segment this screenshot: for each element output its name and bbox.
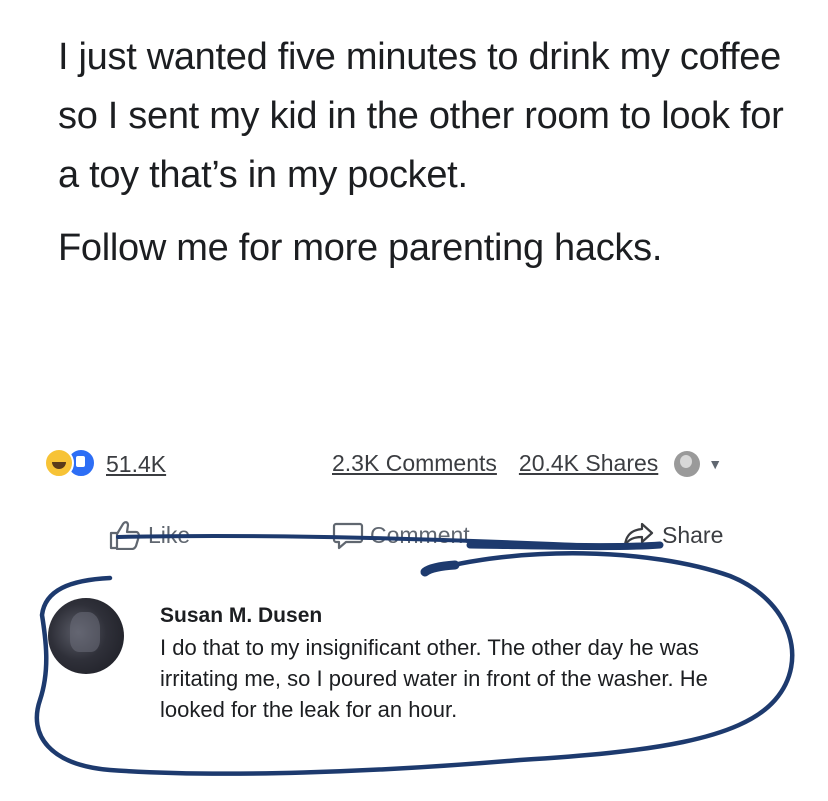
share-button-label: Share bbox=[662, 521, 724, 548]
comment-button[interactable]: Comment bbox=[332, 520, 470, 550]
post-actions-bar: Like Comment Share bbox=[100, 520, 760, 556]
comment-button-label: Comment bbox=[370, 521, 470, 548]
speech-bubble-icon bbox=[332, 522, 364, 550]
engagement-stats: 2.3K Comments 20.4K Shares ▼ bbox=[332, 450, 722, 477]
post-text: I just wanted five minutes to drink my c… bbox=[58, 28, 798, 278]
comment-text: I do that to my insignificant other. The… bbox=[160, 635, 708, 722]
post-paragraph-cta: Follow me for more parenting hacks. bbox=[58, 227, 663, 269]
thumbs-up-icon bbox=[109, 521, 141, 550]
chevron-down-icon[interactable]: ▼ bbox=[708, 456, 722, 472]
like-button[interactable]: Like bbox=[108, 520, 190, 550]
reactions-summary[interactable]: 51.4K bbox=[44, 448, 166, 478]
comment-author-name[interactable]: Susan M. Dusen bbox=[160, 602, 750, 630]
comment-body: Susan M. Dusen I do that to my insignifi… bbox=[160, 602, 750, 725]
post-stats-bar: 51.4K 2.3K Comments 20.4K Shares ▼ bbox=[44, 444, 794, 480]
share-arrow-icon bbox=[623, 522, 654, 547]
viewer-avatar-icon[interactable] bbox=[674, 450, 701, 477]
comment-author-avatar[interactable] bbox=[48, 598, 124, 674]
marker-circle-end bbox=[420, 560, 460, 577]
reaction-count[interactable]: 51.4K bbox=[106, 451, 166, 478]
haha-reaction-icon bbox=[44, 448, 74, 478]
like-button-label: Like bbox=[148, 521, 191, 548]
comments-count-link[interactable]: 2.3K Comments bbox=[332, 450, 497, 477]
post-paragraph: I just wanted five minutes to drink my c… bbox=[58, 36, 784, 196]
share-button[interactable]: Share bbox=[622, 520, 723, 550]
shares-count-link[interactable]: 20.4K Shares bbox=[519, 450, 658, 477]
